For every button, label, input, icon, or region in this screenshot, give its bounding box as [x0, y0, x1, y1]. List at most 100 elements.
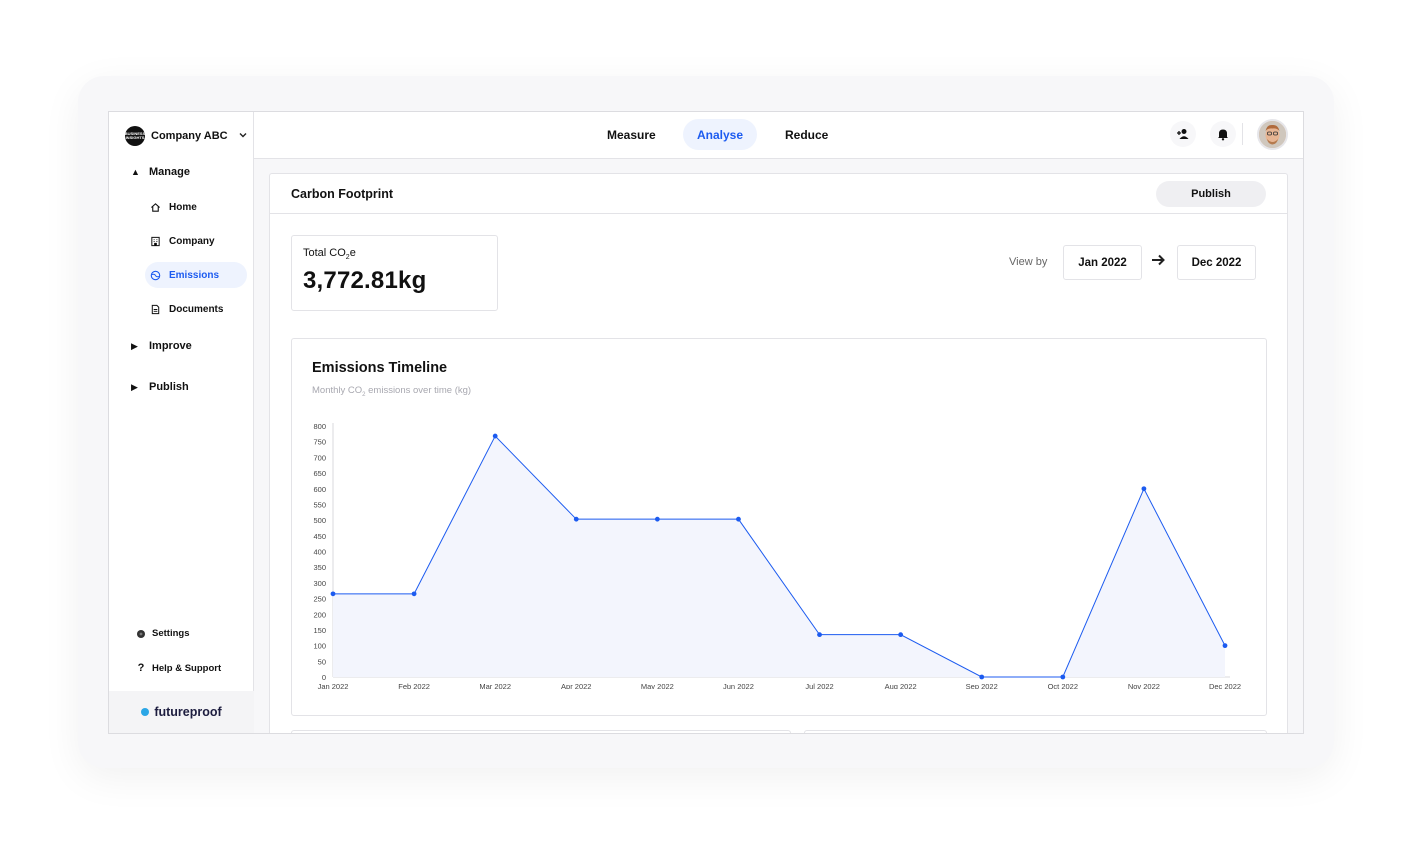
y-tick-label: 300 [313, 579, 326, 588]
user-photo-icon [1259, 121, 1286, 148]
data-point [330, 591, 336, 597]
y-tick-label: 350 [313, 563, 326, 572]
add-user-icon [1177, 129, 1189, 139]
x-tick-label: Jan 2022 [318, 682, 349, 689]
publish-button[interactable]: Publish [1156, 180, 1266, 207]
sidebar-item-label: Company [169, 235, 215, 247]
sidebar-item-label: Emissions [169, 269, 220, 281]
card-header: Carbon Footprint Publish [270, 174, 1287, 214]
sidebar-item-home[interactable]: Home [145, 194, 247, 220]
tab-reduce[interactable]: Reduce [771, 119, 842, 150]
help-label: Help & Support [152, 662, 222, 674]
data-point [817, 632, 822, 638]
x-tick-label: Mar 2022 [479, 682, 511, 689]
sidebar-item-documents[interactable]: Documents [145, 296, 247, 322]
nav-group-label: Manage [149, 166, 190, 178]
y-tick-label: 650 [313, 469, 326, 478]
caret-right-icon: ▶ [131, 340, 138, 351]
data-point [979, 674, 985, 680]
main-content: Carbon Footprint Publish Total CO2e 3,77… [254, 159, 1303, 733]
document-icon [151, 304, 160, 314]
caret-up-icon: ▲ [131, 167, 140, 177]
carbon-footprint-card: Carbon Footprint Publish Total CO2e 3,77… [269, 173, 1288, 733]
tab-analyse[interactable]: Analyse [683, 119, 758, 150]
app-window: BUSINESS INSIGHTS Company ABC ▲ Manage H… [108, 111, 1304, 734]
y-tick-label: 200 [313, 610, 326, 619]
add-user-button[interactable] [1170, 121, 1196, 147]
y-tick-label: 800 [313, 422, 326, 431]
sidebar-item-label: Documents [169, 303, 224, 315]
sidebar: BUSINESS INSIGHTS Company ABC ▲ Manage H… [109, 112, 254, 733]
settings-label: Settings [152, 628, 190, 639]
y-tick-label: 50 [318, 657, 326, 666]
nav-group-manage[interactable]: ▲ Manage [131, 166, 190, 178]
y-tick-label: 150 [313, 626, 326, 635]
top-navigation: Measure Analyse Reduce [254, 112, 1303, 159]
company-logo: BUSINESS INSIGHTS [125, 126, 145, 146]
data-point [492, 433, 498, 439]
x-tick-label: Aug 2022 [885, 682, 917, 689]
page-title: Carbon Footprint [291, 186, 394, 201]
sidebar-item-company[interactable]: Company [145, 228, 247, 254]
y-tick-label: 400 [313, 548, 326, 557]
data-point [898, 632, 904, 638]
notifications-button[interactable] [1210, 121, 1236, 147]
x-tick-label: Jun 2022 [723, 682, 754, 689]
nav-group-improve[interactable]: ▶ Improve [131, 340, 192, 352]
x-tick-label: Sep 2022 [966, 682, 998, 689]
date-from-select[interactable]: Jan 2022 [1063, 245, 1142, 280]
series-area [333, 436, 1225, 677]
emissions-timeline-card: Emissions Timeline Monthly CO2 emissions… [291, 338, 1267, 716]
brand-name: futureproof [154, 705, 222, 719]
company-switcher[interactable]: BUSINESS INSIGHTS Company ABC [125, 125, 248, 147]
x-tick-label: Feb 2022 [398, 682, 430, 689]
bell-icon [1218, 129, 1228, 141]
y-tick-label: 550 [313, 500, 326, 509]
data-point [1222, 643, 1228, 649]
brand-logo-icon [141, 708, 150, 716]
nav-group-label: Publish [149, 381, 189, 393]
nav-group-label: Improve [149, 340, 192, 352]
data-point [573, 516, 579, 522]
x-tick-label: Nov 2022 [1128, 682, 1160, 689]
data-point [411, 591, 417, 597]
arrow-right-icon [1152, 254, 1165, 266]
sidebar-item-emissions[interactable]: Emissions [145, 262, 247, 288]
total-label: Total CO2e [303, 247, 356, 262]
chevron-down-icon [238, 130, 248, 142]
chart-subtitle: Monthly CO2 emissions over time (kg) [312, 385, 472, 398]
date-to-select[interactable]: Dec 2022 [1177, 245, 1256, 280]
tab-label: Reduce [785, 127, 829, 142]
x-tick-label: May 2022 [641, 682, 674, 689]
x-tick-label: Dec 2022 [1209, 682, 1241, 689]
settings-link[interactable]: Settings [136, 628, 189, 639]
y-tick-label: 0 [322, 673, 326, 682]
emissions-chart: 0 50 100 150 200 250 300 350 400 450 500 550 600 650 7… [313, 422, 1241, 689]
avatar[interactable] [1257, 119, 1288, 150]
total-value: 3,772.81kg [303, 267, 427, 295]
view-by-label: View by [1009, 256, 1048, 268]
y-tick-label: 450 [313, 532, 326, 541]
secondary-card-left [291, 730, 791, 733]
y-tick-label: 500 [313, 516, 326, 525]
building-icon [151, 236, 160, 246]
y-tick-label: 600 [313, 485, 326, 494]
date-to-value: Dec 2022 [1191, 256, 1242, 269]
sidebar-item-label: Home [169, 201, 197, 213]
total-emissions-box: Total CO2e 3,772.81kg [291, 235, 498, 311]
globe-icon [150, 270, 161, 280]
date-from-value: Jan 2022 [1078, 256, 1127, 269]
help-support-link[interactable]: ? Help & Support [136, 662, 222, 674]
y-tick-label: 100 [313, 642, 326, 651]
x-tick-label: Apr 2022 [561, 682, 591, 689]
question-icon: ? [137, 662, 145, 674]
company-name: Company ABC [151, 130, 228, 142]
tab-label: Analyse [697, 127, 744, 142]
brand-footer: futureproof [109, 691, 254, 733]
data-point [736, 516, 741, 522]
secondary-card-right [804, 730, 1267, 733]
tab-label: Measure [607, 127, 656, 142]
nav-group-publish[interactable]: ▶ Publish [131, 381, 189, 393]
y-tick-label: 700 [313, 453, 326, 462]
tab-measure[interactable]: Measure [593, 119, 670, 150]
